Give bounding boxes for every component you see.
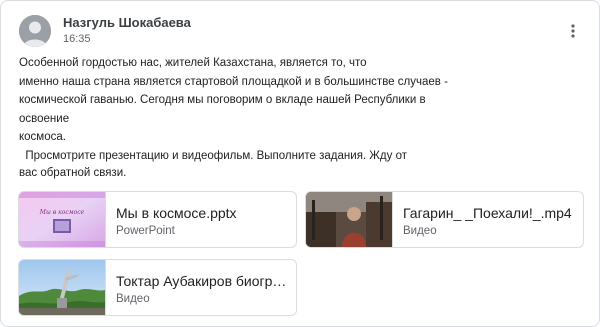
attachment-video-aubakirov[interactable]: Токтар Аубакиров биогр… Видео [18,259,297,316]
attachment-type: Видео [116,293,150,305]
attachment-thumbnail [306,192,393,247]
post-text-line: вас обратной связи. [19,166,127,179]
avatar[interactable] [19,15,51,47]
attachment-type: PowerPoint [116,225,175,237]
post-text-line: космоса. [19,131,66,143]
post-text-line: Просмотрите презентацию и видеофильм. Вы… [19,150,407,162]
more-options-button[interactable] [563,21,583,41]
attachment-type: Видео [403,225,437,237]
post-text-line: Особенной гордостью нас, жителей Казахст… [19,57,367,69]
three-dot-vertical-icon [571,24,575,38]
announcement-card: Назгуль Шокабаева 16:35 Особенной гордос… [0,0,600,327]
post-time: 16:35 [63,33,91,45]
post-text-line: именно наша страна является стартовой пл… [19,75,448,88]
attachment-title: Токтар Аубакиров биогр… [116,273,287,289]
attachment-thumbnail: Мы в космосе [19,192,106,247]
attachment-video-gagarin[interactable]: Гагарин_ _Поехали!_.mp4 Видео [305,191,584,248]
attachment-thumbnail [19,260,106,315]
author-name[interactable]: Назгуль Шокабаева [63,15,191,30]
attachment-title: Мы в космосе.pptx [116,205,237,221]
attachment-title: Гагарин_ _Поехали!_.mp4 [403,205,572,221]
person-silhouette-icon [19,15,51,47]
post-body-paragraph-2: Просмотрите презентацию и видеофильм. Вы… [19,148,449,181]
attachment-presentation[interactable]: Мы в космосе Мы в космосе.pptx PowerPoin… [18,191,297,248]
thumbnail-caption: Мы в космосе [39,209,85,216]
post-body-paragraph-1: Особенной гордостью нас, жителей Казахст… [19,54,449,147]
post-text-line: космической гаванью. Сегодня мы поговори… [19,94,426,125]
